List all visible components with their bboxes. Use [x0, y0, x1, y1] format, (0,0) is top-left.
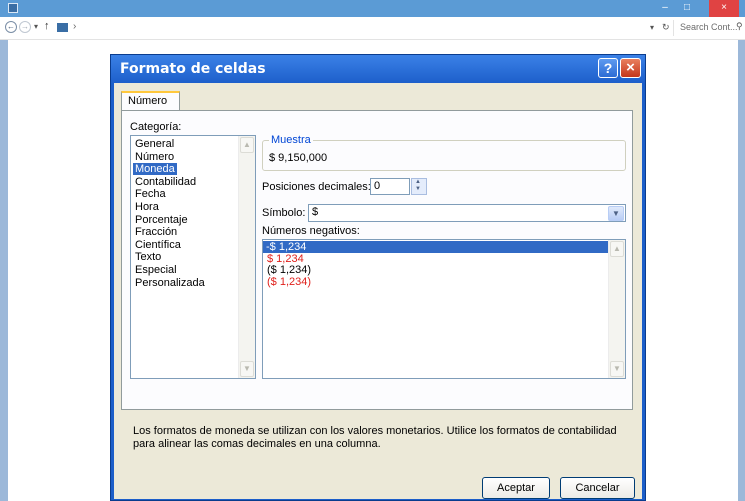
- category-description: Los formatos de moneda se utilizan con l…: [133, 425, 617, 450]
- minimize-button[interactable]: –: [654, 0, 676, 17]
- breadcrumb-chevron-icon[interactable]: ›: [73, 21, 76, 32]
- format-cells-dialog: Formato de celdas ? × Número Categoría: …: [110, 54, 646, 501]
- ok-button[interactable]: Aceptar: [482, 477, 550, 499]
- category-item[interactable]: Número: [133, 151, 176, 163]
- spin-down-icon[interactable]: ▼: [415, 186, 421, 192]
- category-item[interactable]: Fecha: [133, 188, 168, 200]
- address-dropdown-icon[interactable]: ▾: [650, 23, 654, 32]
- scroll-down-icon[interactable]: ▼: [610, 361, 624, 377]
- search-input[interactable]: Search Cont...: [680, 22, 738, 32]
- category-item[interactable]: Porcentaje: [133, 214, 190, 226]
- recent-locations-dropdown-icon[interactable]: ▾: [34, 22, 38, 31]
- symbol-label: Símbolo:: [262, 207, 306, 219]
- explorer-navigation-bar: ← → ▾ ↑ › ▾ ↻ Search Cont... ⚲: [0, 17, 745, 40]
- search-icon[interactable]: ⚲: [736, 21, 743, 32]
- tab-panel-numero: Categoría: General Número Moneda Contabilid…: [121, 110, 633, 450]
- search-box[interactable]: Search Cont... ⚲: [673, 20, 745, 36]
- symbol-value: $: [312, 206, 319, 218]
- window-close-button[interactable]: ×: [709, 0, 739, 17]
- category-item[interactable]: General: [133, 138, 176, 150]
- category-item[interactable]: Especial: [133, 264, 179, 276]
- negatives-scrollbar[interactable]: ▲ ▼: [608, 240, 625, 378]
- forward-icon[interactable]: →: [19, 21, 31, 33]
- maximize-button[interactable]: □: [676, 0, 698, 17]
- refresh-icon[interactable]: ↻: [662, 22, 670, 33]
- dialog-title: Formato de celdas: [120, 61, 266, 77]
- negative-format-item[interactable]: $ 1,234: [265, 253, 306, 265]
- category-item[interactable]: Moneda: [133, 163, 177, 176]
- tab-numero[interactable]: Número: [121, 91, 180, 111]
- category-listbox[interactable]: General Número Moneda Contabilidad Fecha Hora…: [130, 135, 256, 379]
- category-item[interactable]: Texto: [133, 251, 163, 263]
- chevron-down-icon[interactable]: ▼: [608, 206, 624, 221]
- scroll-down-icon[interactable]: ▼: [240, 361, 254, 377]
- negative-format-item[interactable]: -$ 1,234: [263, 241, 614, 253]
- back-icon[interactable]: ←: [5, 21, 17, 33]
- dialog-title-bar: Formato de celdas ? ×: [111, 55, 645, 83]
- category-item[interactable]: Hora: [133, 201, 161, 213]
- sample-value: $ 9,150,000: [269, 152, 328, 164]
- category-scrollbar[interactable]: ▲ ▼: [238, 136, 255, 378]
- category-item[interactable]: Contabilidad: [133, 176, 198, 188]
- dialog-body: Número Categoría: General Número Moneda Con…: [114, 83, 642, 499]
- category-item[interactable]: Científica: [133, 239, 183, 251]
- symbol-combobox[interactable]: $ ▼: [308, 204, 626, 222]
- negative-format-item[interactable]: ($ 1,234): [265, 276, 313, 288]
- explorer-title-bar: – □ ×: [0, 0, 745, 17]
- decimals-label: Posiciones decimales:: [262, 181, 371, 193]
- spin-up-icon[interactable]: ▲: [415, 179, 421, 185]
- scroll-up-icon[interactable]: ▲: [610, 241, 624, 257]
- dialog-close-button[interactable]: ×: [620, 58, 641, 78]
- decimals-spinner[interactable]: ▲ ▼: [411, 178, 427, 195]
- window-right-border: [738, 40, 745, 501]
- up-arrow-icon[interactable]: ↑: [44, 20, 50, 32]
- sample-group: Muestra $ 9,150,000: [262, 134, 626, 171]
- negative-numbers-listbox[interactable]: -$ 1,234 $ 1,234 ($ 1,234) ($ 1,234) ▲ ▼: [262, 239, 626, 379]
- scroll-up-icon[interactable]: ▲: [240, 137, 254, 153]
- window-left-border: [0, 40, 8, 501]
- sample-legend: Muestra: [269, 134, 313, 146]
- category-item[interactable]: Personalizada: [133, 277, 207, 289]
- help-button[interactable]: ?: [598, 58, 618, 78]
- negative-format-item[interactable]: ($ 1,234): [265, 264, 313, 276]
- explorer-app-icon: [8, 3, 18, 13]
- decimals-input[interactable]: 0: [370, 178, 410, 195]
- folder-icon: [57, 23, 68, 32]
- category-item[interactable]: Fracción: [133, 226, 179, 238]
- negatives-label: Números negativos:: [262, 225, 360, 237]
- cancel-button[interactable]: Cancelar: [560, 477, 635, 499]
- category-label: Categoría:: [130, 121, 182, 133]
